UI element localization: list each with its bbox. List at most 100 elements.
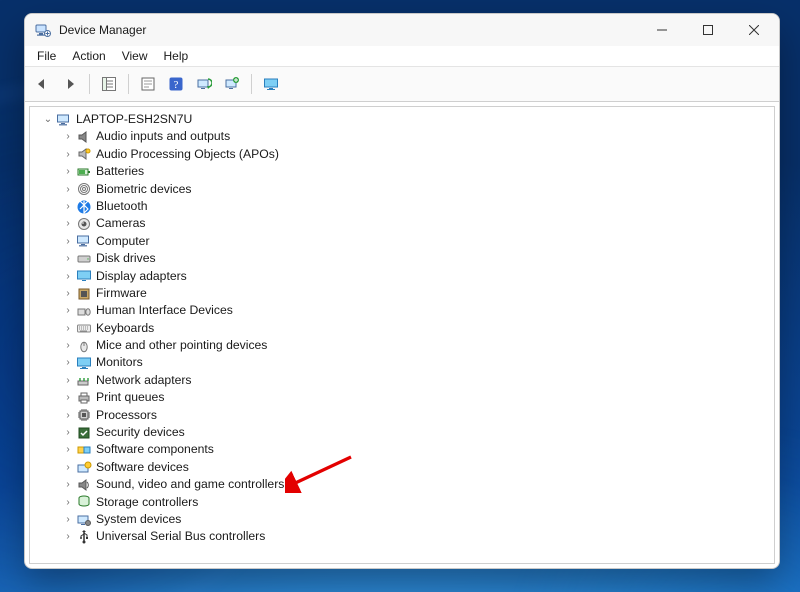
tree-category-label: Universal Serial Bus controllers xyxy=(96,528,265,545)
tree-category[interactable]: › Batteries xyxy=(34,163,774,180)
back-icon[interactable] xyxy=(29,71,55,97)
expand-icon[interactable]: › xyxy=(62,407,76,424)
expand-icon[interactable]: › xyxy=(62,250,76,267)
tree-category[interactable]: › Monitors xyxy=(34,354,774,371)
minimize-button[interactable] xyxy=(639,14,685,46)
battery-icon xyxy=(76,164,92,180)
expand-icon[interactable]: › xyxy=(62,372,76,389)
collapse-icon[interactable]: ⌄ xyxy=(42,111,56,128)
hid-icon xyxy=(76,303,92,319)
monitor-icon[interactable] xyxy=(258,71,284,97)
expand-icon[interactable]: › xyxy=(62,268,76,285)
toolbar-separator xyxy=(89,74,90,94)
add-legacy-icon[interactable] xyxy=(219,71,245,97)
tree-category-label: Disk drives xyxy=(96,250,156,267)
computer-icon xyxy=(76,233,92,249)
tree-category-label: Cameras xyxy=(96,215,145,232)
expand-icon[interactable]: › xyxy=(62,302,76,319)
tree-root-node[interactable]: ⌄ LAPTOP-ESH2SN7U xyxy=(34,111,774,128)
mouse-icon xyxy=(76,338,92,354)
tree-category[interactable]: › Software devices xyxy=(34,459,774,476)
tree-category[interactable]: › Firmware xyxy=(34,285,774,302)
help-icon[interactable]: ? xyxy=(163,71,189,97)
tree-category[interactable]: › Storage controllers xyxy=(34,494,774,511)
tree-category[interactable]: › Sound, video and game controllers xyxy=(34,476,774,493)
software-comp-icon xyxy=(76,442,92,458)
tree-category-label: Processors xyxy=(96,407,157,424)
scan-hardware-icon[interactable] xyxy=(191,71,217,97)
software-dev-icon xyxy=(76,460,92,476)
tree-category[interactable]: › Biometric devices xyxy=(34,181,774,198)
system-icon xyxy=(76,512,92,528)
tree-category[interactable]: › Print queues xyxy=(34,389,774,406)
toolbar-separator xyxy=(128,74,129,94)
menu-action[interactable]: Action xyxy=(64,46,113,66)
security-icon xyxy=(76,425,92,441)
computer-icon xyxy=(56,112,72,128)
expand-icon[interactable]: › xyxy=(62,459,76,476)
expand-icon[interactable]: › xyxy=(62,146,76,163)
forward-icon[interactable] xyxy=(57,71,83,97)
monitor-icon xyxy=(76,355,92,371)
expand-icon[interactable]: › xyxy=(62,511,76,528)
fingerprint-icon xyxy=(76,181,92,197)
tree-category[interactable]: › Cameras xyxy=(34,215,774,232)
tree-category-label: Biometric devices xyxy=(96,181,192,198)
desktop-background: Device Manager FileActionViewHelp ? ⌄ LA… xyxy=(0,0,800,592)
firmware-icon xyxy=(76,286,92,302)
tree-category[interactable]: › Security devices xyxy=(34,424,774,441)
display-icon xyxy=(76,268,92,284)
expand-icon[interactable]: › xyxy=(62,181,76,198)
toolbar: ? xyxy=(25,66,779,102)
device-tree[interactable]: ⌄ LAPTOP-ESH2SN7U› Audio inputs and outp… xyxy=(29,106,775,564)
tree-category-label: Sound, video and game controllers xyxy=(96,476,284,493)
maximize-button[interactable] xyxy=(685,14,731,46)
tree-category[interactable]: › Mice and other pointing devices xyxy=(34,337,774,354)
expand-icon[interactable]: › xyxy=(62,494,76,511)
tree-category[interactable]: › Disk drives xyxy=(34,250,774,267)
tree-category-label: Network adapters xyxy=(96,372,192,389)
expand-icon[interactable]: › xyxy=(62,215,76,232)
show-hide-tree-icon[interactable] xyxy=(96,71,122,97)
network-icon xyxy=(76,373,92,389)
properties-icon[interactable] xyxy=(135,71,161,97)
apo-icon xyxy=(76,146,92,162)
tree-category[interactable]: › System devices xyxy=(34,511,774,528)
expand-icon[interactable]: › xyxy=(62,528,76,545)
expand-icon[interactable]: › xyxy=(62,285,76,302)
tree-category-label: Software components xyxy=(96,441,214,458)
tree-category[interactable]: › Universal Serial Bus controllers xyxy=(34,528,774,545)
tree-category[interactable]: › Bluetooth xyxy=(34,198,774,215)
titlebar[interactable]: Device Manager xyxy=(25,14,779,46)
tree-category[interactable]: › Computer xyxy=(34,233,774,250)
expand-icon[interactable]: › xyxy=(62,337,76,354)
expand-icon[interactable]: › xyxy=(62,389,76,406)
tree-category[interactable]: › Keyboards xyxy=(34,320,774,337)
menu-view[interactable]: View xyxy=(114,46,156,66)
expand-icon[interactable]: › xyxy=(62,128,76,145)
expand-icon[interactable]: › xyxy=(62,441,76,458)
keyboard-icon xyxy=(76,320,92,336)
tree-category[interactable]: › Audio inputs and outputs xyxy=(34,128,774,145)
tree-category[interactable]: › Processors xyxy=(34,407,774,424)
menu-file[interactable]: File xyxy=(29,46,64,66)
expand-icon[interactable]: › xyxy=(62,198,76,215)
expand-icon[interactable]: › xyxy=(62,233,76,250)
close-button[interactable] xyxy=(731,14,777,46)
device-manager-icon xyxy=(35,22,51,38)
tree-category[interactable]: › Display adapters xyxy=(34,268,774,285)
usb-icon xyxy=(76,529,92,545)
tree-category[interactable]: › Human Interface Devices xyxy=(34,302,774,319)
disk-icon xyxy=(76,251,92,267)
tree-category[interactable]: › Network adapters xyxy=(34,372,774,389)
expand-icon[interactable]: › xyxy=(62,424,76,441)
expand-icon[interactable]: › xyxy=(62,163,76,180)
tree-category-label: System devices xyxy=(96,511,181,528)
tree-category[interactable]: › Audio Processing Objects (APOs) xyxy=(34,146,774,163)
expand-icon[interactable]: › xyxy=(62,320,76,337)
expand-icon[interactable]: › xyxy=(62,476,76,493)
tree-category[interactable]: › Software components xyxy=(34,441,774,458)
menu-help[interactable]: Help xyxy=(156,46,197,66)
expand-icon[interactable]: › xyxy=(62,354,76,371)
audio-io-icon xyxy=(76,129,92,145)
